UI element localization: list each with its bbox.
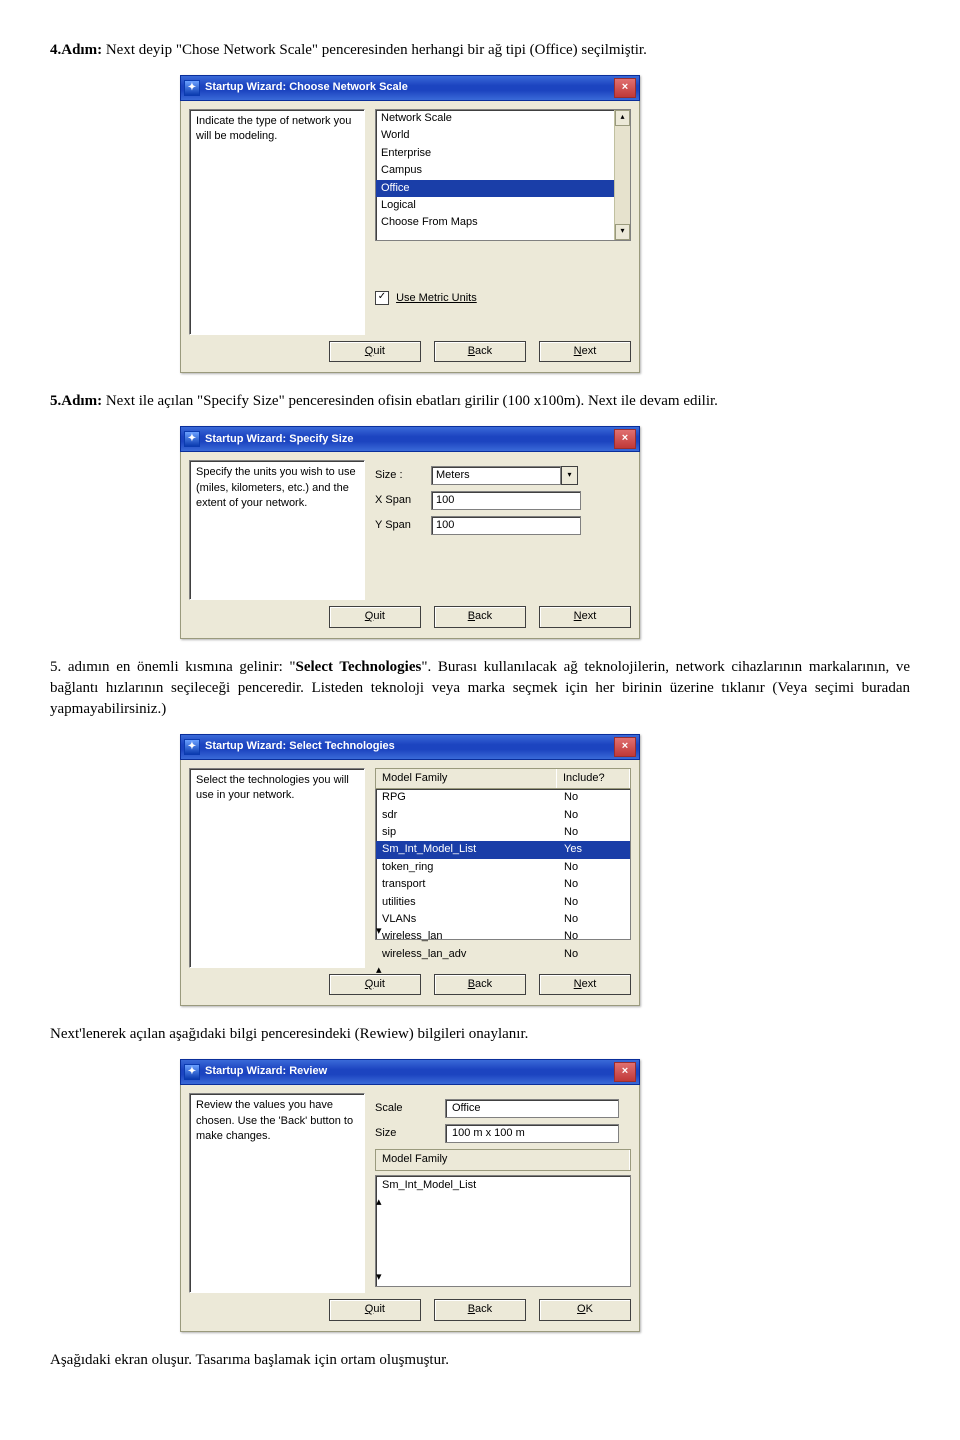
list-item: Sm_Int_Model_List bbox=[376, 1176, 630, 1195]
chevron-down-icon[interactable]: ▾ bbox=[561, 466, 578, 485]
next-button[interactable]: Next bbox=[539, 606, 631, 627]
quit-button[interactable]: Quit bbox=[329, 1299, 421, 1320]
table-row[interactable]: sipNo bbox=[376, 824, 630, 841]
scroll-up-icon[interactable]: ▴ bbox=[376, 1195, 630, 1210]
technologies-table[interactable]: RPGNo sdrNo sipNo Sm_Int_Model_ListYes t… bbox=[375, 789, 631, 940]
list-item[interactable]: Choose From Maps bbox=[376, 214, 630, 231]
table-row[interactable]: VLANsNo bbox=[376, 911, 630, 928]
scale-value: Office bbox=[445, 1099, 619, 1118]
col-include[interactable]: Include? bbox=[557, 769, 630, 788]
app-icon: ✦ bbox=[184, 1064, 200, 1080]
table-header: Model Family Include? bbox=[375, 768, 631, 789]
scrollbar[interactable]: ▴ ▾ bbox=[614, 110, 630, 240]
table-row-selected[interactable]: Sm_Int_Model_ListYes bbox=[376, 841, 630, 858]
list-item[interactable]: Enterprise bbox=[376, 145, 630, 162]
dialog-select-technologies: ✦ Startup Wizard: Select Technologies × … bbox=[180, 734, 640, 1006]
instruction-text: Select the technologies you will use in … bbox=[196, 774, 349, 801]
xspan-input[interactable]: 100 bbox=[431, 491, 581, 510]
app-icon: ✦ bbox=[184, 80, 200, 96]
scroll-down-icon[interactable]: ▾ bbox=[615, 224, 630, 240]
xspan-label: X Span bbox=[375, 493, 431, 508]
scrollbar[interactable]: ▴ ▾ bbox=[376, 963, 630, 978]
select-tech-paragraph: 5. adımın en önemli kısmına gelinir: "Se… bbox=[50, 657, 910, 720]
yspan-input[interactable]: 100 bbox=[431, 516, 581, 535]
app-icon: ✦ bbox=[184, 431, 200, 447]
titlebar[interactable]: ✦ Startup Wizard: Choose Network Scale × bbox=[180, 75, 640, 101]
scroll-down-icon[interactable]: ▾ bbox=[376, 1270, 382, 1285]
instruction-text: Specify the units you wish to use (miles… bbox=[196, 466, 356, 509]
title-text: Startup Wizard: Specify Size bbox=[205, 432, 353, 447]
instruction-box: Specify the units you wish to use (miles… bbox=[189, 460, 365, 600]
dialog-review: ✦ Startup Wizard: Review × Review the va… bbox=[180, 1059, 640, 1331]
titlebar[interactable]: ✦ Startup Wizard: Review × bbox=[180, 1059, 640, 1085]
p5b-bold: Select Technologies bbox=[296, 659, 422, 675]
table-row[interactable]: RPGNo bbox=[376, 789, 630, 806]
table-row[interactable]: wireless_lan_advNo bbox=[376, 946, 630, 963]
back-button[interactable]: Back bbox=[434, 341, 526, 362]
checkbox-icon[interactable]: ✓ bbox=[375, 291, 389, 305]
step5-text: Next ile açılan "Specify Size" penceresi… bbox=[102, 393, 718, 409]
instruction-box: Indicate the type of network you will be… bbox=[189, 109, 365, 335]
step5-paragraph: 5.Adım: Next ile açılan "Specify Size" p… bbox=[50, 391, 910, 412]
dialog-specify-size: ✦ Startup Wizard: Specify Size × Specify… bbox=[180, 426, 640, 638]
list-item[interactable]: Network Scale bbox=[376, 110, 630, 127]
size-label: Size bbox=[375, 1126, 425, 1141]
table-row[interactable]: token_ringNo bbox=[376, 859, 630, 876]
table-row[interactable]: wireless_lanNo bbox=[376, 928, 630, 945]
list-item[interactable]: World bbox=[376, 127, 630, 144]
step4-text: Next deyip "Chose Network Scale" pencere… bbox=[102, 42, 647, 58]
instruction-box: Review the values you have chosen. Use t… bbox=[189, 1093, 365, 1293]
next-review-paragraph: Next'lenerek açılan aşağıdaki bilgi penc… bbox=[50, 1024, 910, 1045]
size-combo[interactable]: Meters ▾ bbox=[431, 466, 578, 485]
list-item[interactable]: Campus bbox=[376, 162, 630, 179]
table-row[interactable]: utilitiesNo bbox=[376, 894, 630, 911]
back-button[interactable]: Back bbox=[434, 1299, 526, 1320]
yspan-label: Y Span bbox=[375, 518, 431, 533]
table-row[interactable]: sdrNo bbox=[376, 807, 630, 824]
scale-label: Scale bbox=[375, 1101, 425, 1116]
metric-units-row[interactable]: ✓ Use Metric Units bbox=[375, 291, 631, 306]
last-paragraph: Aşağıdaki ekran oluşur. Tasarıma başlama… bbox=[50, 1350, 910, 1371]
checkbox-label: Use Metric Units bbox=[396, 292, 477, 304]
instruction-text: Review the values you have chosen. Use t… bbox=[196, 1099, 353, 1142]
scroll-up-icon[interactable]: ▴ bbox=[615, 110, 630, 126]
close-icon[interactable]: × bbox=[614, 737, 636, 757]
network-scale-listbox[interactable]: Network Scale World Enterprise Campus Of… bbox=[375, 109, 631, 241]
quit-button[interactable]: Quit bbox=[329, 606, 421, 627]
size-label: Size : bbox=[375, 468, 431, 483]
titlebar[interactable]: ✦ Startup Wizard: Select Technologies × bbox=[180, 734, 640, 760]
title-text: Startup Wizard: Choose Network Scale bbox=[205, 80, 408, 95]
app-icon: ✦ bbox=[184, 739, 200, 755]
scroll-down-icon[interactable]: ▾ bbox=[376, 924, 382, 939]
table-row[interactable]: transportNo bbox=[376, 876, 630, 893]
review-list: Sm_Int_Model_List ▴ ▾ bbox=[375, 1175, 631, 1287]
titlebar[interactable]: ✦ Startup Wizard: Specify Size × bbox=[180, 426, 640, 452]
p5b-a: 5. adımın en önemli kısmına gelinir: " bbox=[50, 659, 296, 675]
col-model-family[interactable]: Model Family bbox=[376, 769, 557, 788]
size-value: 100 m x 100 m bbox=[445, 1124, 619, 1143]
next-button[interactable]: Next bbox=[539, 341, 631, 362]
back-button[interactable]: Back bbox=[434, 606, 526, 627]
ok-button[interactable]: OK bbox=[539, 1299, 631, 1320]
step4-heading: 4.Adım: bbox=[50, 42, 102, 58]
instruction-text: Indicate the type of network you will be… bbox=[196, 115, 351, 142]
size-value[interactable]: Meters bbox=[431, 466, 561, 485]
title-text: Startup Wizard: Select Technologies bbox=[205, 739, 395, 754]
scrollbar[interactable]: ▴ ▾ bbox=[376, 1195, 630, 1210]
quit-button[interactable]: Quit bbox=[329, 341, 421, 362]
scroll-up-icon[interactable]: ▴ bbox=[376, 963, 630, 978]
title-text: Startup Wizard: Review bbox=[205, 1064, 327, 1079]
instruction-box: Select the technologies you will use in … bbox=[189, 768, 365, 968]
close-icon[interactable]: × bbox=[614, 78, 636, 98]
list-item-selected[interactable]: Office bbox=[376, 180, 630, 197]
dialog-choose-network-scale: ✦ Startup Wizard: Choose Network Scale ×… bbox=[180, 75, 640, 373]
step4-paragraph: 4.Adım: Next deyip "Chose Network Scale"… bbox=[50, 40, 910, 61]
review-table-header: Model Family bbox=[375, 1149, 631, 1170]
col-model-family: Model Family bbox=[376, 1150, 630, 1169]
close-icon[interactable]: × bbox=[614, 1062, 636, 1082]
close-icon[interactable]: × bbox=[614, 429, 636, 449]
list-item[interactable]: Logical bbox=[376, 197, 630, 214]
step5-heading: 5.Adım: bbox=[50, 393, 102, 409]
